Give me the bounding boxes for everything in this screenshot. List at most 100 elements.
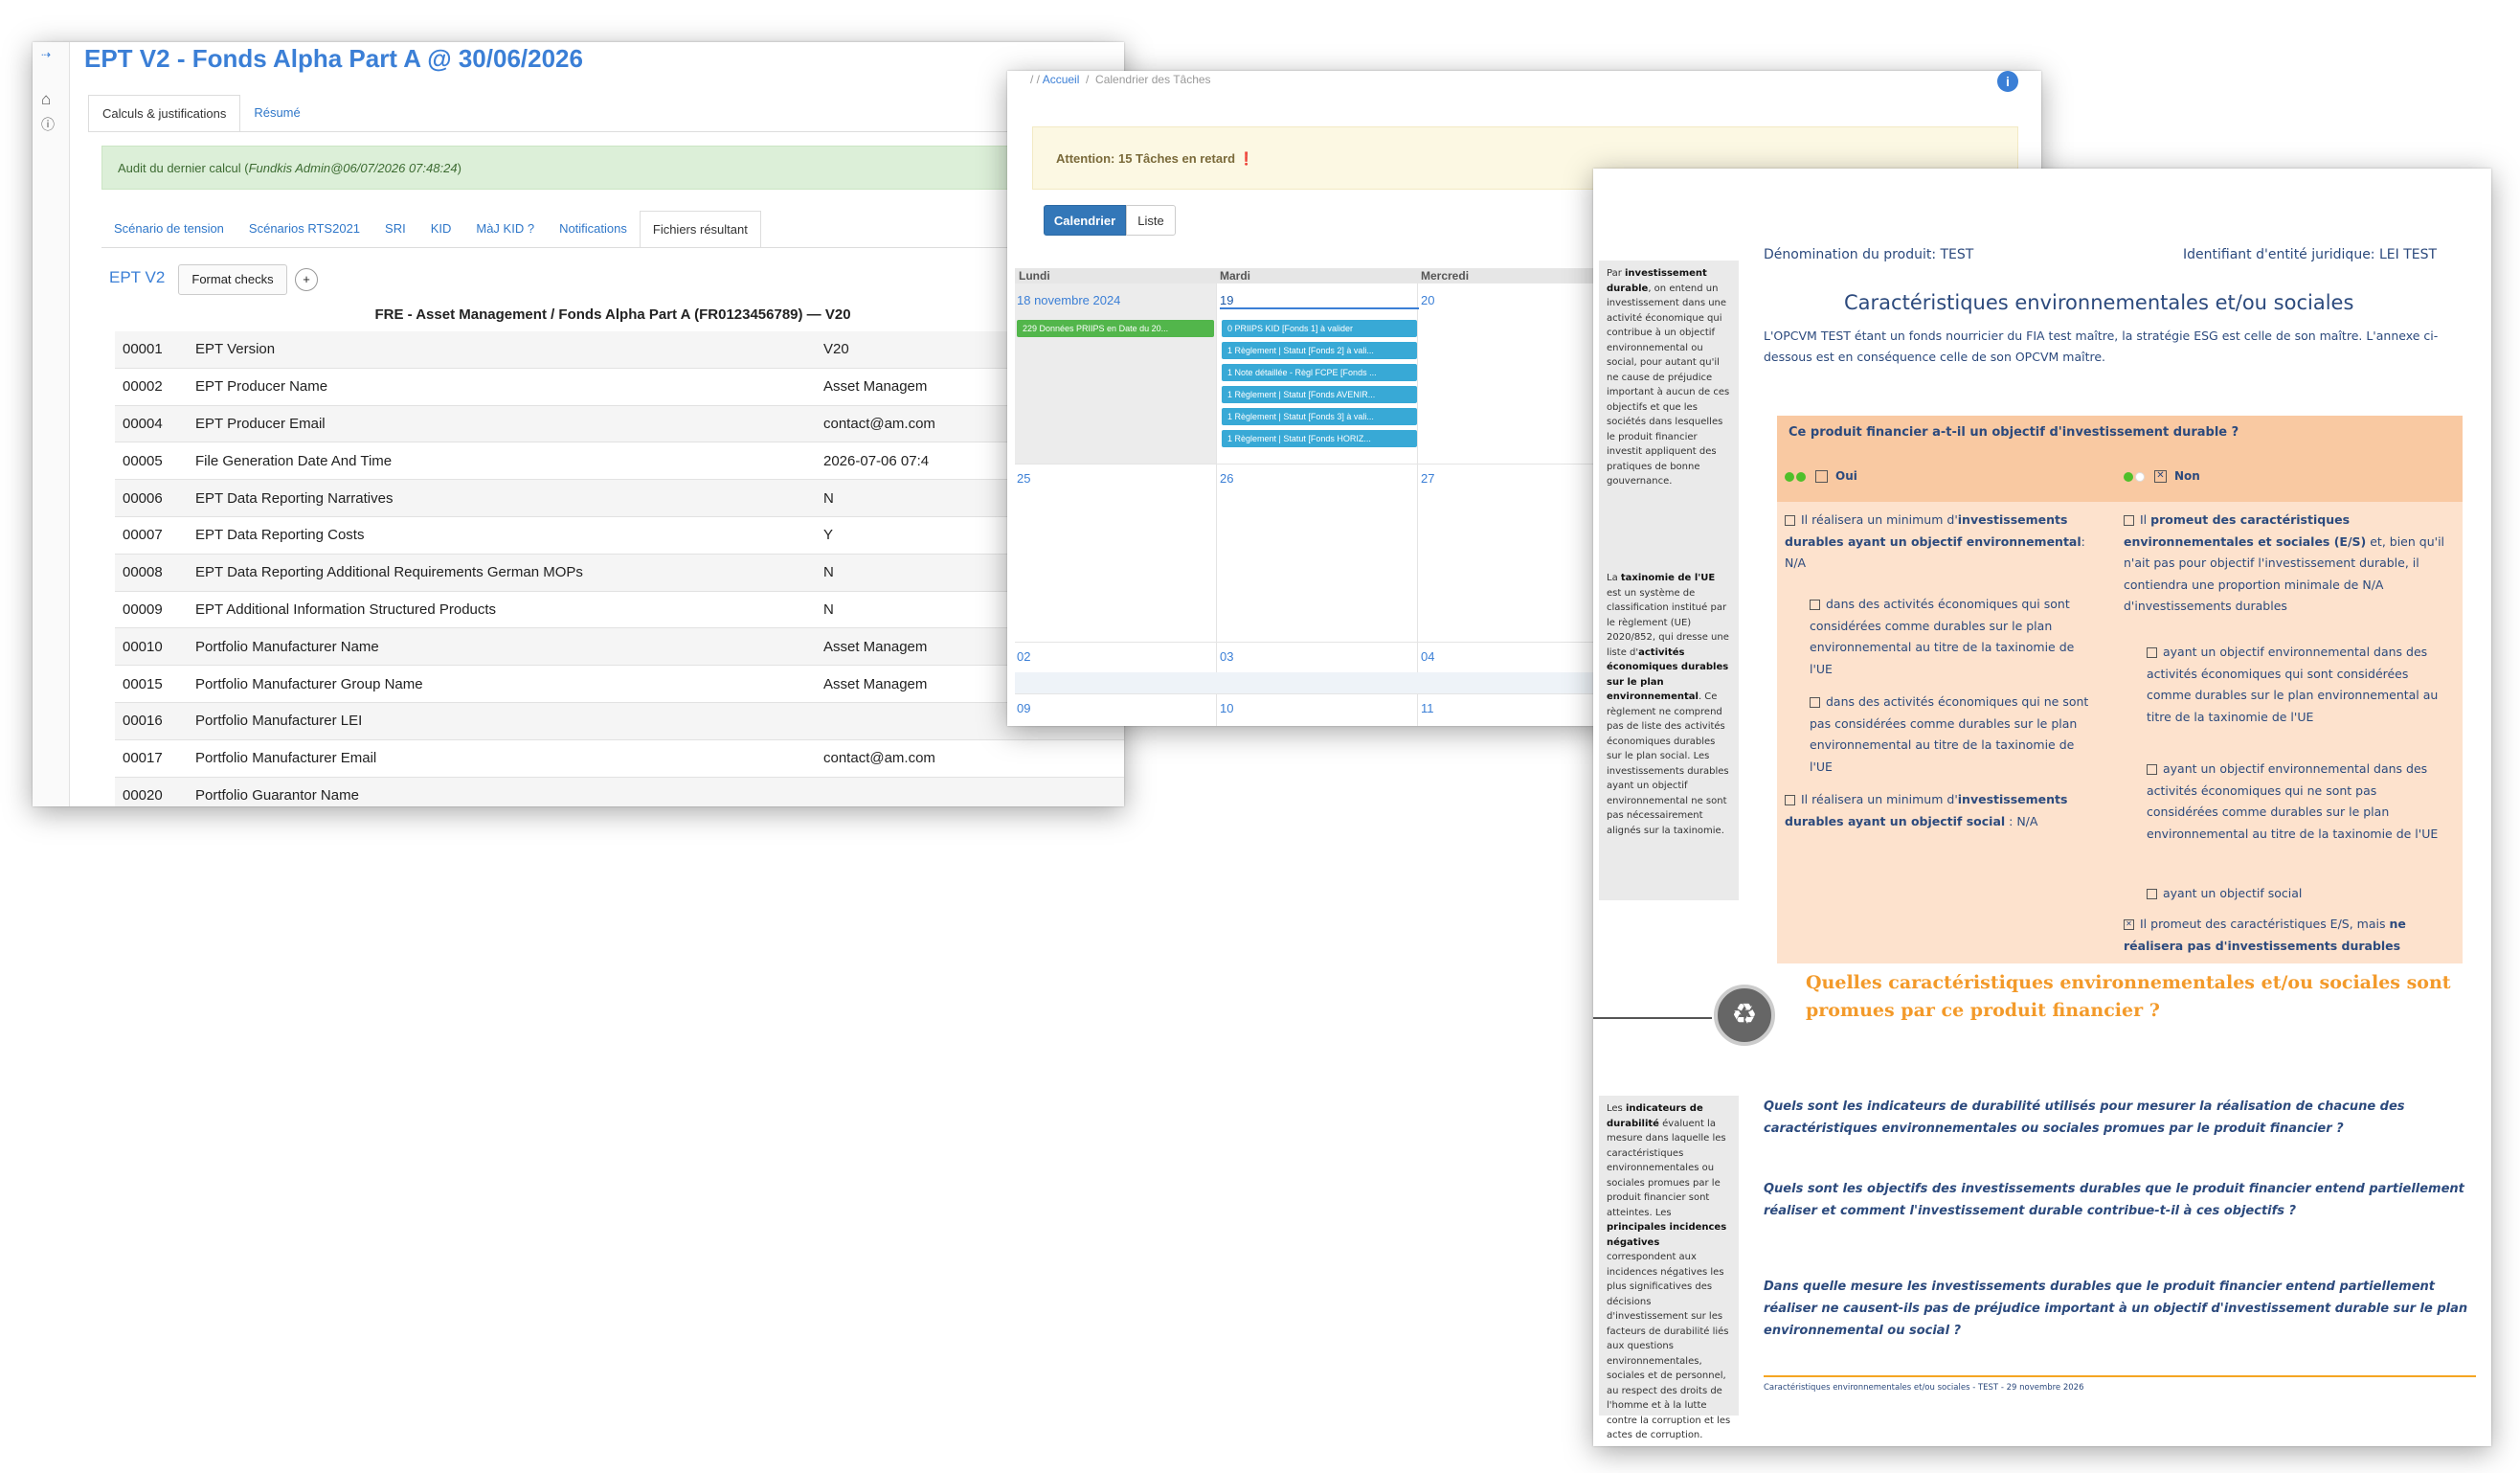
side-rail: ⇢ ⌂ ⓘ: [33, 42, 70, 806]
breadcrumb-current: Calendrier des Tâches: [1095, 73, 1211, 86]
tab-kid[interactable]: KID: [418, 211, 464, 247]
tab-notifications[interactable]: Notifications: [547, 211, 640, 247]
tab-sri[interactable]: SRI: [372, 211, 418, 247]
table-cell-name: EPT Producer Email: [188, 405, 816, 443]
table-cell-code: 00006: [115, 479, 188, 517]
section-label[interactable]: EPT V2: [109, 268, 165, 287]
main-tabs: Calculs & justifications Résumé: [88, 95, 314, 131]
list-item: ayant un objectif environnemental dans d…: [2147, 645, 2439, 724]
table-cell-name: EPT Additional Information Structured Pr…: [188, 591, 816, 629]
table-row: 00005 File Generation Date And Time 2026-0…: [115, 442, 1124, 481]
date-cell[interactable]: 18 novembre 2024: [1017, 293, 1120, 307]
tab-fichiers[interactable]: Fichiers résultant: [639, 211, 761, 247]
checked-box-icon: ✕: [2154, 470, 2167, 483]
alert-author: Fundkis Admin@06/07/2026 07:48:24: [248, 161, 458, 175]
table-cell-name: Portfolio Manufacturer LEI: [188, 702, 816, 740]
audit-alert: Audit du dernier calcul (Fundkis Admin@0…: [101, 146, 1116, 190]
sidebar-note-indicateurs: Les indicateurs de durabilité évaluent l…: [1599, 1096, 1739, 1440]
table-cell-code: 00005: [115, 442, 188, 481]
alert-prefix: Audit du dernier calcul (: [118, 161, 249, 175]
intro-paragraph: L'OPCVM TEST étant un fonds nourricier d…: [1764, 329, 2439, 364]
table-cell-name: Portfolio Guarantor Name: [188, 777, 816, 806]
oui-label: Oui: [1835, 469, 1857, 483]
help-icon[interactable]: ⓘ: [41, 115, 55, 134]
calendar-event[interactable]: 229 Données PRIIPS en Date du 20...: [1017, 320, 1214, 337]
list-item: ayant un objectif social: [2147, 883, 2449, 905]
info-icon[interactable]: i: [1997, 71, 2018, 92]
list-item: ayant un objectif environnemental dans d…: [2147, 761, 2439, 841]
sustainability-emblem-icon: ♻: [1714, 985, 1775, 1046]
format-checks-button[interactable]: Format checks: [178, 264, 287, 295]
table-cell-name: Portfolio Manufacturer Name: [188, 627, 816, 667]
date-cell[interactable]: 19: [1220, 293, 1419, 309]
calendar-event[interactable]: 1 Note détaillée - Règl FCPE [Fonds ...: [1222, 364, 1417, 381]
section-question: Quelles caractéristiques environnemental…: [1806, 972, 2451, 1021]
table-row: 00001 EPT Version V20: [115, 331, 1124, 369]
table-cell-code: 00007: [115, 516, 188, 555]
tab-resume[interactable]: Résumé: [240, 95, 313, 131]
sustainable-objective-box: Ce produit financier a-t-il un objectif …: [1777, 416, 2463, 963]
table-row: 00004 EPT Producer Email contact@am.com: [115, 405, 1124, 443]
calendar-event[interactable]: 0 PRIIPS KID [Fonds 1] à valider: [1222, 320, 1417, 337]
list-item: Il réalisera un minimum d'investissement…: [1785, 792, 2068, 828]
list-item: dans des activités économiques qui sont …: [1810, 597, 2075, 676]
date-cell[interactable]: 04: [1421, 649, 1434, 664]
date-cell[interactable]: 11: [1421, 701, 1434, 715]
date-cell[interactable]: 26: [1220, 471, 1233, 486]
date-cell[interactable]: 09: [1017, 701, 1030, 715]
date-cell[interactable]: 10: [1220, 701, 1233, 715]
app-logo-icon[interactable]: ⇢: [41, 48, 51, 61]
product-denomination: Dénomination du produit: TEST: [1764, 247, 1974, 262]
table-cell-value: [816, 777, 1124, 806]
warning-text: Attention: 15 Tâches en retard: [1056, 151, 1236, 166]
divider: [88, 131, 1124, 132]
table-row: 00007 EPT Data Reporting Costs Y: [115, 516, 1124, 555]
note-text: . Ce règlement ne comprend pas de liste …: [1607, 691, 1729, 836]
table-cell-code: 00004: [115, 405, 188, 443]
table-row: 00015 Portfolio Manufacturer Group Name As…: [115, 665, 1124, 703]
question-header: Ce produit financier a-t-il un objectif …: [1777, 416, 2463, 502]
plus-circle-icon[interactable]: +: [295, 268, 318, 291]
calendar-event[interactable]: 1 Règlement | Statut [Fonds 2] à vali...: [1222, 342, 1417, 359]
tab-scenario-tension[interactable]: Scénario de tension: [101, 211, 236, 247]
tab-scenarios-rts[interactable]: Scénarios RTS2021: [236, 211, 372, 247]
note-text: , on entend un investissement dans une a…: [1607, 283, 1730, 487]
table-cell-name: EPT Data Reporting Costs: [188, 516, 816, 555]
date-cell[interactable]: 27: [1421, 471, 1434, 486]
table-cell-name: Portfolio Manufacturer Group Name: [188, 665, 816, 703]
date-cell[interactable]: 03: [1220, 649, 1233, 664]
question-prejudice: Dans quelle mesure les investissements d…: [1764, 1280, 2468, 1338]
alert-suffix: ): [457, 161, 461, 175]
today-cell: [1015, 283, 1216, 464]
non-label: Non: [2174, 469, 2200, 483]
table-row: 00009 EPT Additional Information Structur…: [115, 591, 1124, 629]
list-view-button[interactable]: Liste: [1126, 205, 1176, 236]
ept-window: ⇢ ⌂ ⓘ EPT V2 - Fonds Alpha Part A @ 30/0…: [33, 42, 1124, 806]
day-header-mardi: Mardi: [1220, 269, 1251, 283]
question-objectifs: Quels sont les objectifs des investissem…: [1764, 1182, 2464, 1218]
calendar-event[interactable]: 1 Règlement | Statut [Fonds 3] à vali...: [1222, 408, 1417, 425]
home-icon[interactable]: ⌂: [41, 90, 51, 109]
calendar-event[interactable]: 1 Règlement | Statut [Fonds AVENIR...: [1222, 386, 1417, 403]
date-cell[interactable]: 20: [1421, 293, 1434, 307]
breadcrumb-home-link[interactable]: Accueil: [1043, 73, 1080, 86]
footer-line: [1764, 1375, 2476, 1377]
tab-calculs[interactable]: Calculs & justifications: [88, 95, 241, 131]
date-cell[interactable]: 02: [1017, 649, 1030, 664]
calendar-event[interactable]: 1 Règlement | Statut [Fonds HORIZ...: [1222, 430, 1417, 447]
grid-line: [1216, 283, 1217, 726]
question-title: Ce produit financier a-t-il un objectif …: [1789, 425, 2239, 440]
table-cell-code: 00008: [115, 554, 188, 592]
table-cell-value: contact@am.com: [816, 739, 1124, 778]
note-text: évaluent la mesure dans laquelle les car…: [1607, 1118, 1726, 1218]
table-row: 00002 EPT Producer Name Asset Managem: [115, 368, 1124, 406]
table-cell-name: File Generation Date And Time: [188, 442, 816, 481]
calendar-view-button[interactable]: Calendrier: [1044, 205, 1126, 236]
tab-maj-kid[interactable]: MàJ KID ?: [463, 211, 547, 247]
date-cell[interactable]: 25: [1017, 471, 1030, 486]
warning-icon: ❗: [1238, 151, 1254, 166]
sub-tabs: Scénario de tension Scénarios RTS2021 SR…: [101, 211, 761, 247]
divider: [101, 247, 1124, 248]
table-cell-code: 00016: [115, 702, 188, 740]
table-caption: FRE - Asset Management / Fonds Alpha Par…: [374, 306, 851, 323]
